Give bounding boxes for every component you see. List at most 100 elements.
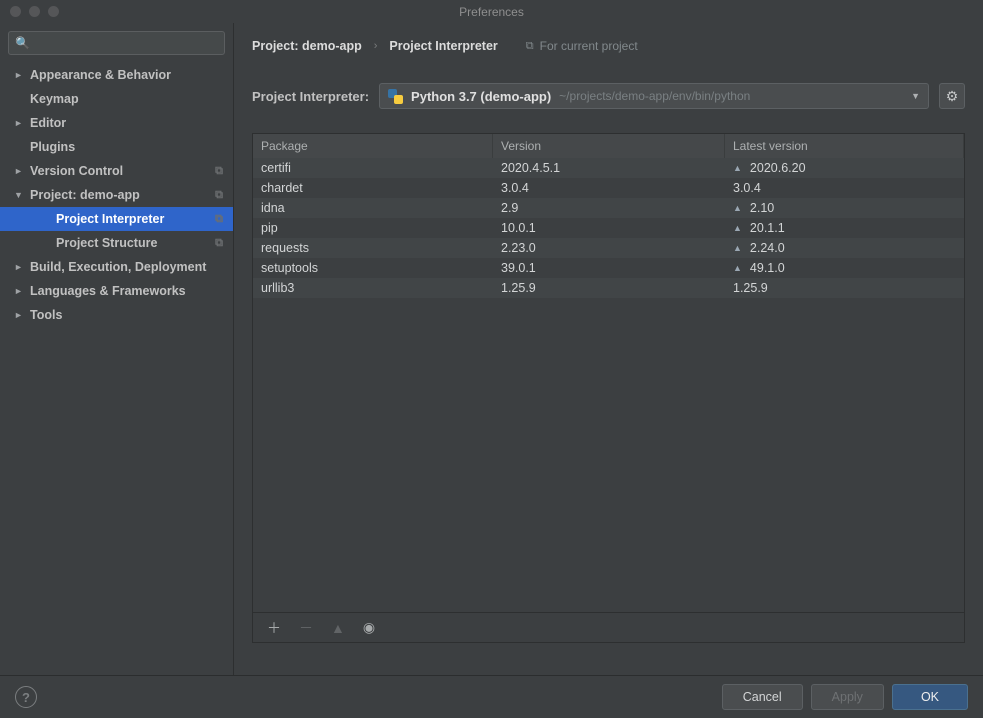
sidebar-item-project-interpreter[interactable]: ►Project Interpreter⧉ — [0, 207, 233, 231]
project-interpreter-label: Project Interpreter: — [252, 89, 369, 104]
table-row[interactable]: urllib31.25.91.25.9 — [253, 278, 964, 298]
copy-icon: ⧉ — [215, 165, 223, 178]
tree-arrow-icon: ► — [14, 310, 24, 320]
tree-arrow-icon: ► — [14, 70, 24, 80]
pkg-latest: ▲ 2.24.0 — [725, 241, 964, 255]
upgrade-package-button[interactable]: ▲ — [331, 620, 345, 636]
sidebar-item-keymap[interactable]: ►Keymap — [0, 87, 233, 111]
for-current-project-label: ⧉ For current project — [526, 39, 638, 53]
pkg-latest-value: 20.1.1 — [750, 221, 785, 235]
search-input[interactable]: 🔍 — [8, 31, 225, 55]
sidebar-item-editor[interactable]: ► Editor — [0, 111, 233, 135]
breadcrumb-part-project[interactable]: Project: demo-app — [252, 39, 362, 53]
pkg-version: 3.0.4 — [493, 181, 725, 195]
chevron-down-icon: ▼ — [911, 91, 920, 101]
pkg-version: 10.0.1 — [493, 221, 725, 235]
pkg-latest-value: 1.25.9 — [733, 281, 768, 295]
sidebar-item-label: Editor — [30, 116, 66, 130]
add-package-button[interactable]: ＋ — [267, 618, 281, 638]
settings-tree: ►Appearance & Behavior►Keymap►Editor►Plu… — [0, 63, 233, 675]
sidebar-item-tools[interactable]: ► Tools — [0, 303, 233, 327]
apply-button[interactable]: Apply — [811, 684, 884, 710]
upgrade-available-icon: ▲ — [733, 243, 742, 253]
interpreter-name: Python 3.7 (demo-app) — [411, 89, 551, 104]
show-early-releases-button[interactable]: ◉ — [363, 619, 375, 636]
table-row[interactable]: idna2.9▲2.10 — [253, 198, 964, 218]
sidebar-item-label: Tools — [30, 308, 62, 322]
table-row[interactable]: certifi2020.4.5.1 ▲ 2020.6.20 — [253, 158, 964, 178]
upgrade-available-icon: ▲ — [733, 223, 742, 233]
pkg-latest-value: 2020.6.20 — [750, 161, 806, 175]
sidebar-item-appearance-behavior[interactable]: ► Appearance & Behavior — [0, 63, 233, 87]
pkg-latest: ▲49.1.0 — [725, 261, 964, 275]
sidebar-item-label: Build, Execution, Deployment — [30, 260, 206, 274]
interpreter-path: ~/projects/demo-app/env/bin/python — [559, 89, 750, 103]
pkg-name: certifi — [253, 161, 493, 175]
sidebar-item-languages-frameworks[interactable]: ► Languages & Frameworks — [0, 279, 233, 303]
pkg-version: 2.9 — [493, 201, 725, 215]
tree-arrow-icon: ▼ — [14, 190, 24, 200]
table-header: Package Version Latest version — [253, 134, 964, 158]
upgrade-available-icon: ▲ — [733, 163, 742, 173]
table-body: certifi2020.4.5.1 ▲ 2020.6.20 chardet3.0.43… — [253, 158, 964, 612]
pkg-name: requests — [253, 241, 493, 255]
table-row[interactable]: requests2.23.0▲2.24.0 — [253, 238, 964, 258]
sidebar-item-label: Plugins — [30, 140, 75, 154]
tree-arrow-icon: ► — [14, 118, 24, 128]
copy-icon: ⧉ — [526, 40, 534, 53]
packages-table: Package Version Latest version certifi20… — [252, 133, 965, 643]
table-row[interactable]: pip10.0.1 ▲ 20.1.1 — [253, 218, 964, 238]
pkg-name: pip — [253, 221, 493, 235]
header-package[interactable]: Package — [253, 134, 493, 158]
sidebar-item-version-control[interactable]: ► Version Control ⧉ — [0, 159, 233, 183]
help-button[interactable]: ? — [15, 686, 37, 708]
pkg-name: idna — [253, 201, 493, 215]
window-title: Preferences — [0, 5, 983, 19]
header-latest[interactable]: Latest version — [725, 134, 964, 158]
ok-button[interactable]: OK — [892, 684, 968, 710]
sidebar-item-build-execution-deployment[interactable]: ► Build, Execution, Deployment — [0, 255, 233, 279]
table-row[interactable]: setuptools39.0.1▲49.1.0 — [253, 258, 964, 278]
pkg-latest: ▲ 20.1.1 — [725, 221, 964, 235]
interpreter-select[interactable]: Python 3.7 (demo-app) ~/projects/demo-ap… — [379, 83, 929, 109]
sidebar-item-label: Version Control — [30, 164, 123, 178]
search-icon: 🔍 — [15, 36, 30, 50]
table-row[interactable]: chardet3.0.43.0.4 — [253, 178, 964, 198]
pkg-latest-value: 2.24.0 — [750, 241, 785, 255]
breadcrumb: Project: demo-app › Project Interpreter … — [252, 33, 965, 59]
sidebar-item-plugins[interactable]: ►Plugins — [0, 135, 233, 159]
pkg-name: urllib3 — [253, 281, 493, 295]
main-panel: Project: demo-app › Project Interpreter … — [234, 23, 983, 675]
tree-arrow-icon: ► — [14, 286, 24, 296]
tree-arrow-icon: ► — [14, 166, 24, 176]
interpreter-settings-button[interactable]: ⚙ — [939, 83, 965, 109]
breadcrumb-part-page: Project Interpreter — [389, 39, 497, 53]
sidebar-item-project-structure[interactable]: ►Project Structure⧉ — [0, 231, 233, 255]
pkg-version: 1.25.9 — [493, 281, 725, 295]
copy-icon: ⧉ — [215, 189, 223, 202]
header-version[interactable]: Version — [493, 134, 725, 158]
sidebar-item-label: Project: demo-app — [30, 188, 140, 202]
sidebar-item-label: Languages & Frameworks — [30, 284, 186, 298]
sidebar-item-label: Project Structure — [56, 236, 157, 250]
cancel-button[interactable]: Cancel — [722, 684, 803, 710]
sidebar-item-label: Appearance & Behavior — [30, 68, 171, 82]
upgrade-available-icon: ▲ — [733, 203, 742, 213]
pkg-name: setuptools — [253, 261, 493, 275]
sidebar: 🔍 ►Appearance & Behavior►Keymap►Editor►P… — [0, 23, 234, 675]
pkg-latest: 1.25.9 — [725, 281, 964, 295]
tree-arrow-icon: ► — [14, 262, 24, 272]
remove-package-button[interactable]: － — [299, 618, 313, 638]
sidebar-item-project-demo-app[interactable]: ▼ Project: demo-app ⧉ — [0, 183, 233, 207]
dialog-footer: ? Cancel Apply OK — [0, 675, 983, 718]
titlebar: Preferences — [0, 0, 983, 23]
pkg-latest: 3.0.4 — [725, 181, 964, 195]
package-toolbar: ＋ － ▲ ◉ — [253, 612, 964, 642]
search-field[interactable] — [34, 36, 218, 50]
python-icon — [388, 89, 403, 104]
copy-icon: ⧉ — [215, 213, 223, 226]
sidebar-item-label: Keymap — [30, 92, 79, 106]
copy-icon: ⧉ — [215, 237, 223, 250]
pkg-version: 2020.4.5.1 — [493, 161, 725, 175]
pkg-latest: ▲ 2020.6.20 — [725, 161, 964, 175]
